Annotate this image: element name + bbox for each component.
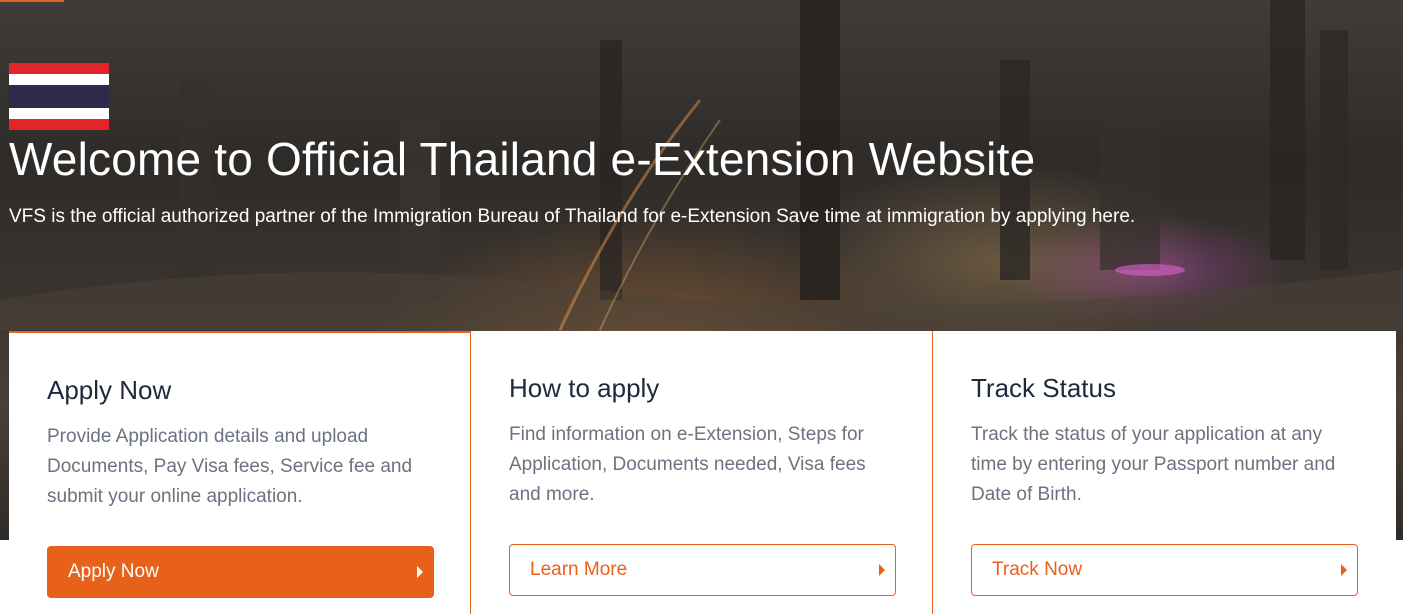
apply-now-button[interactable]: Apply Now bbox=[47, 546, 434, 598]
thailand-flag-icon bbox=[9, 63, 109, 130]
top-accent-bar bbox=[0, 0, 64, 2]
page-title: Welcome to Official Thailand e-Extension… bbox=[9, 133, 1036, 185]
card-title: Apply Now bbox=[47, 375, 172, 405]
card-title: Track Status bbox=[971, 373, 1116, 403]
card-description: Provide Application details and upload D… bbox=[47, 426, 413, 507]
button-label: Apply Now bbox=[68, 561, 159, 582]
card-description: Find information on e-Extension, Steps f… bbox=[509, 424, 866, 505]
chevron-right-icon bbox=[417, 566, 423, 578]
card-track-status: Track Status Track the status of your ap… bbox=[933, 331, 1396, 614]
learn-more-button[interactable]: Learn More bbox=[509, 544, 896, 596]
chevron-right-icon bbox=[879, 564, 885, 576]
page-subtitle: VFS is the official authorized partner o… bbox=[9, 206, 1136, 227]
card-apply-now: Apply Now Provide Application details an… bbox=[9, 331, 471, 614]
service-cards: Apply Now Provide Application details an… bbox=[9, 331, 1396, 614]
card-description: Track the status of your application at … bbox=[971, 424, 1336, 505]
card-how-to-apply: How to apply Find information on e-Exten… bbox=[471, 331, 933, 614]
button-label: Track Now bbox=[992, 559, 1083, 580]
button-label: Learn More bbox=[530, 559, 628, 580]
chevron-right-icon bbox=[1341, 564, 1347, 576]
track-now-button[interactable]: Track Now bbox=[971, 544, 1358, 596]
card-title: How to apply bbox=[509, 373, 660, 403]
